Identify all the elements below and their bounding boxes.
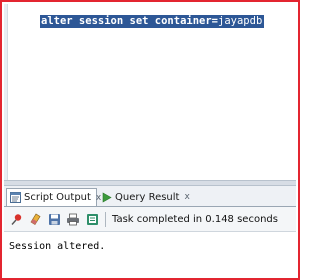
output-toolbar: Task completed in 0.148 seconds [4,207,296,232]
export-icon[interactable] [85,212,99,226]
close-icon[interactable]: x [184,192,189,202]
screenshot-frame: alter session set container=jayapdb Scri… [0,0,300,280]
tab-script-output[interactable]: Script Output x [6,188,101,206]
tab-query-result-label: Query Result [115,191,180,203]
results-tab-bar: Script Output x Query Result x [4,186,296,207]
output-line: Session altered. [9,241,106,252]
sql-keywords: alter session set container= [41,15,219,27]
sql-container-value: jayapdb [218,15,263,27]
sql-editor[interactable]: alter session set container=jayapdb [8,4,296,180]
script-output-icon [10,192,21,203]
tab-script-output-label: Script Output [24,192,91,203]
tab-query-result[interactable]: Query Result x [99,188,199,206]
task-status-text: Task completed in 0.148 seconds [112,213,278,225]
run-arrow-icon [101,191,112,203]
script-output-area[interactable]: Session altered. [4,232,296,276]
toolbar-separator [105,211,106,227]
pin-icon[interactable] [9,212,23,226]
eraser-icon[interactable] [28,212,42,226]
print-icon[interactable] [66,212,80,226]
selected-sql-statement[interactable]: alter session set container=jayapdb [40,15,265,28]
save-icon[interactable] [47,212,61,226]
